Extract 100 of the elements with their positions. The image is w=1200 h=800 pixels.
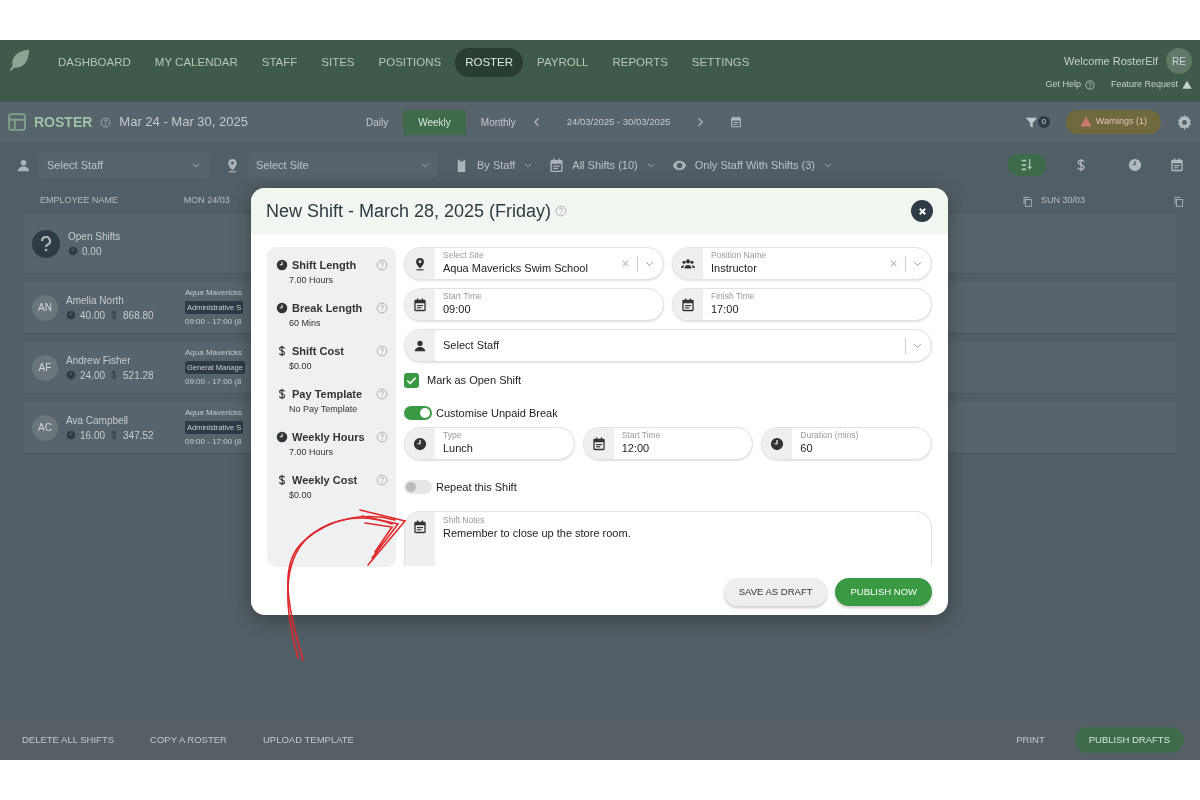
field-label: Position Name <box>711 251 768 260</box>
nav-item[interactable]: DASHBOARD <box>48 48 141 78</box>
summary-label: Shift Length <box>292 258 358 273</box>
nav-link[interactable]: Feature Request <box>1110 78 1192 92</box>
employee-name: Amelia North <box>66 293 125 308</box>
close-button[interactable] <box>911 200 933 222</box>
settings-icon[interactable] <box>1177 114 1192 130</box>
publish-drafts-button[interactable]: PUBLISH DRAFTS <box>1074 726 1184 754</box>
person-icon <box>413 338 427 353</box>
clock-icon <box>413 436 427 451</box>
time-field[interactable]: Finish Time 17:00 <box>672 288 932 321</box>
nav-item[interactable]: SITES <box>311 48 365 78</box>
copy-icon[interactable] <box>1021 195 1033 207</box>
calendar-icon[interactable] <box>1170 158 1184 172</box>
toggle-switch[interactable] <box>404 406 432 420</box>
field-value: Aqua Mavericks Swim School <box>443 260 589 276</box>
question-avatar <box>32 229 60 258</box>
nav-item[interactable]: PAYROLL <box>527 48 599 78</box>
help-icon[interactable] <box>376 431 388 444</box>
time-field[interactable]: Start Time 12:00 <box>582 427 754 460</box>
calendar-icon <box>413 297 427 312</box>
footer-button[interactable]: COPY A ROSTER <box>144 731 233 749</box>
clock-icon <box>68 246 78 256</box>
footer-button[interactable]: UPLOAD TEMPLATE <box>256 731 360 749</box>
field-value: Lunch <box>443 440 474 456</box>
footer-button[interactable]: DELETE ALL SHIFTS <box>16 731 121 749</box>
filter-select[interactable]: Select Site <box>248 151 438 179</box>
user-avatar[interactable]: RE <box>1166 48 1192 74</box>
view-tab[interactable]: Monthly <box>465 109 531 135</box>
filter-dropdown[interactable]: Only Staff With Shifts (3) <box>694 156 833 174</box>
notes-icon <box>413 520 427 534</box>
help-icon[interactable] <box>376 474 388 487</box>
summary-value: 60 Mins <box>288 316 322 330</box>
notes-field[interactable]: Shift Notes Remember to close up the store room. <box>404 511 932 566</box>
help-icon[interactable] <box>376 302 388 315</box>
footer-button[interactable]: PRINT <box>1010 731 1051 749</box>
summary-label: Weekly Hours <box>292 430 366 445</box>
calendar-icon[interactable] <box>730 116 743 128</box>
view-tool-button[interactable] <box>1008 154 1046 176</box>
filter-dropdown[interactable]: All Shifts (10) <box>572 156 656 174</box>
clock-icon <box>66 310 76 320</box>
time-field[interactable]: Start Time 09:00 <box>404 288 664 321</box>
chevron-down-icon <box>191 160 201 170</box>
nav-item[interactable]: POSITIONS <box>368 48 452 78</box>
dollar-icon <box>109 310 120 320</box>
filter-icon[interactable] <box>1024 115 1038 129</box>
field-label: Select Site <box>443 251 485 260</box>
help-icon[interactable] <box>376 259 388 272</box>
field-value: 12:00 <box>621 440 651 456</box>
publish-button[interactable]: PUBLISH NOW <box>835 578 932 607</box>
staff-select[interactable]: Select Staff <box>404 329 932 362</box>
save-draft-button[interactable]: SAVE AS DRAFT <box>723 578 828 607</box>
view-tab[interactable]: Weekly <box>403 109 466 135</box>
summary-value: No Pay Template <box>288 402 359 416</box>
help-icon <box>1084 79 1095 90</box>
field-label: Start Time <box>621 431 662 440</box>
cost-text: 868.80 <box>123 308 154 323</box>
hours-text: 0.00 <box>82 244 102 259</box>
dialog-title: New Shift - March 28, 2025 (Friday) <box>266 199 552 223</box>
warnings-button[interactable]: Warnings (1) <box>1065 110 1161 134</box>
toggle-label: Repeat this Shift <box>436 479 517 495</box>
help-icon[interactable] <box>376 345 388 358</box>
view-tab[interactable]: Daily <box>350 109 404 135</box>
copy-icon[interactable] <box>1173 195 1184 207</box>
chevron-down-icon <box>645 160 656 170</box>
checkbox[interactable] <box>404 372 419 388</box>
dollar-icon <box>109 430 120 440</box>
field-label: Type <box>443 431 463 440</box>
field-value: Instructor <box>711 260 758 276</box>
clock-icon <box>276 302 288 315</box>
filter-select[interactable]: Select Staff <box>39 151 209 179</box>
summary-value: 7.00 Hours <box>288 273 335 287</box>
nav-item[interactable]: MY CALENDAR <box>144 48 248 78</box>
nav-link[interactable]: Get Help <box>1045 78 1095 92</box>
shift-time: 09:00 - 17:00 (8 <box>185 436 243 449</box>
employee-name: Open Shifts <box>68 229 121 244</box>
shift-time: 09:00 - 17:00 (8 <box>185 376 243 389</box>
chevron-down-icon <box>523 160 534 170</box>
shift-site: Aqua Mavericks <box>185 286 243 299</box>
chevron-down-icon <box>823 160 833 170</box>
help-icon[interactable] <box>555 205 568 217</box>
position-select[interactable]: Position Name Instructor <box>672 247 932 280</box>
site-select[interactable]: Select Site Aqua Mavericks Swim School <box>404 247 664 280</box>
nav-item[interactable]: ROSTER <box>455 48 524 78</box>
nav-item[interactable]: REPORTS <box>602 48 678 78</box>
nav-item[interactable]: STAFF <box>251 48 308 78</box>
field-placeholder: Select Staff <box>443 338 501 354</box>
break-field[interactable]: Duration (mins) 60 <box>761 427 932 460</box>
clear-icon[interactable] <box>620 258 631 269</box>
clock-icon <box>66 430 76 440</box>
calendar-icon <box>549 157 565 173</box>
help-icon[interactable] <box>376 388 388 401</box>
period-field[interactable]: 24/03/2025 - 30/03/2025 <box>542 114 695 130</box>
break-field[interactable]: Type Lunch <box>404 427 575 460</box>
nav-item[interactable]: SETTINGS <box>681 48 760 78</box>
toggle-switch[interactable] <box>404 480 432 494</box>
filter-dropdown[interactable]: By Staff <box>477 156 534 174</box>
employee-name: Andrew Fisher <box>66 353 132 368</box>
cost-text: 347.52 <box>123 428 154 443</box>
clear-icon[interactable] <box>888 258 899 269</box>
